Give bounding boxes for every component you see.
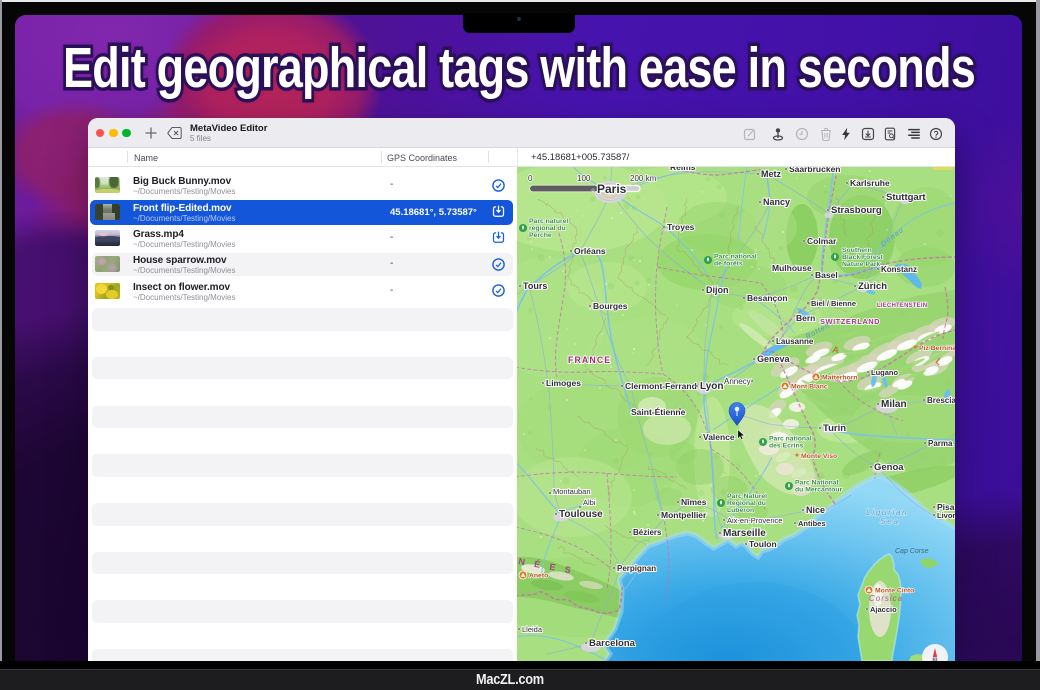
svg-text:Stuttgart: Stuttgart [886,192,926,203]
svg-text:Strasbourg: Strasbourg [831,205,882,216]
svg-text:Biel / Bienne: Biel / Bienne [811,299,856,308]
svg-text:Mulhouse: Mulhouse [772,263,812,273]
svg-text:Lyon: Lyon [700,381,724,392]
svg-text:Mont Blanc: Mont Blanc [791,384,828,391]
svg-text:Luberon: Luberon [727,507,754,514]
svg-text:200 km: 200 km [630,174,657,183]
svg-text:100: 100 [577,174,591,183]
svg-text:Perpignan: Perpignan [617,564,656,573]
svg-text:Montpellier: Montpellier [661,510,707,520]
svg-text:LIECHTENSTEIN: LIECHTENSTEIN [877,303,927,309]
svg-text:Aneto: Aneto [529,573,548,580]
svg-text:Metz: Metz [761,169,781,179]
svg-text:Bern: Bern [796,313,815,323]
svg-text:Monte Viso: Monte Viso [801,453,837,460]
svg-text:Annecy: Annecy [724,377,751,386]
svg-text:Dijon: Dijon [706,285,729,295]
svg-text:Limoges: Limoges [546,378,581,388]
svg-text:Aix-en-Provence: Aix-en-Provence [727,516,782,525]
svg-text:Parma: Parma [928,439,953,448]
svg-text:Corsica: Corsica [869,594,903,603]
svg-text:Nancy: Nancy [763,197,790,207]
svg-text:Saint-Étienne: Saint-Étienne [631,407,686,417]
svg-text:Montauban: Montauban [553,487,591,496]
svg-text:Saarbrucken: Saarbrucken [789,167,841,174]
svg-text:Antibes: Antibes [798,519,826,528]
svg-text:des Ecrins: des Ecrins [769,442,804,449]
svg-text:Troyes: Troyes [667,222,695,232]
svg-text:de forêts: de forêts [714,260,743,267]
svg-text:Lugano: Lugano [871,368,898,377]
svg-text:Milan: Milan [881,399,907,410]
svg-text:Cap Corse: Cap Corse [895,548,929,555]
svg-text:Toulon: Toulon [749,539,777,549]
svg-text:Barcelona: Barcelona [589,638,636,649]
svg-text:du Mercantour: du Mercantour [795,486,843,493]
svg-text:Besançon: Besançon [747,293,788,303]
svg-text:Marseille: Marseille [723,528,766,539]
svg-text:Nature Park: Nature Park [842,261,880,268]
svg-text:Valence: Valence [703,432,735,442]
svg-text:Livorno: Livorno [937,511,955,520]
svg-text:Ajaccio: Ajaccio [870,605,897,614]
svg-text:Colmar: Colmar [807,236,837,246]
svg-text:Tours: Tours [523,281,547,291]
svg-text:Nice: Nice [806,505,825,515]
svg-text:Paris: Paris [597,182,627,196]
svg-text:Albi: Albi [583,498,596,507]
svg-text:FRANCE: FRANCE [568,355,611,365]
svg-text:0: 0 [528,174,533,183]
svg-text:Genoa: Genoa [874,462,904,473]
svg-text:Reims: Reims [670,167,696,172]
svg-text:Karlsruhe: Karlsruhe [850,178,890,188]
svg-text:Toulouse: Toulouse [559,509,603,520]
svg-text:Monte Cinto: Monte Cinto [875,588,914,595]
svg-text:Geneva: Geneva [757,354,791,364]
svg-text:Konstanz: Konstanz [881,265,917,274]
svg-text:Basel: Basel [815,270,838,280]
svg-text:Bourges: Bourges [593,301,628,311]
svg-text:Brescia: Brescia [927,396,955,405]
svg-text:Sea: Sea [880,516,900,526]
svg-text:Turin: Turin [823,423,846,434]
svg-text:Matterhorn: Matterhorn [822,375,858,382]
svg-text:Nîmes: Nîmes [681,497,707,507]
svg-text:Piz Bernina: Piz Bernina [919,345,955,352]
svg-text:Perche: Perche [529,232,552,239]
svg-text:Zürich: Zürich [858,281,887,292]
svg-text:Béziers: Béziers [633,528,662,537]
svg-text:Lleida: Lleida [522,625,543,634]
svg-text:Clermont-Ferrand: Clermont-Ferrand [625,381,697,391]
svg-text:Orléans: Orléans [574,246,606,256]
